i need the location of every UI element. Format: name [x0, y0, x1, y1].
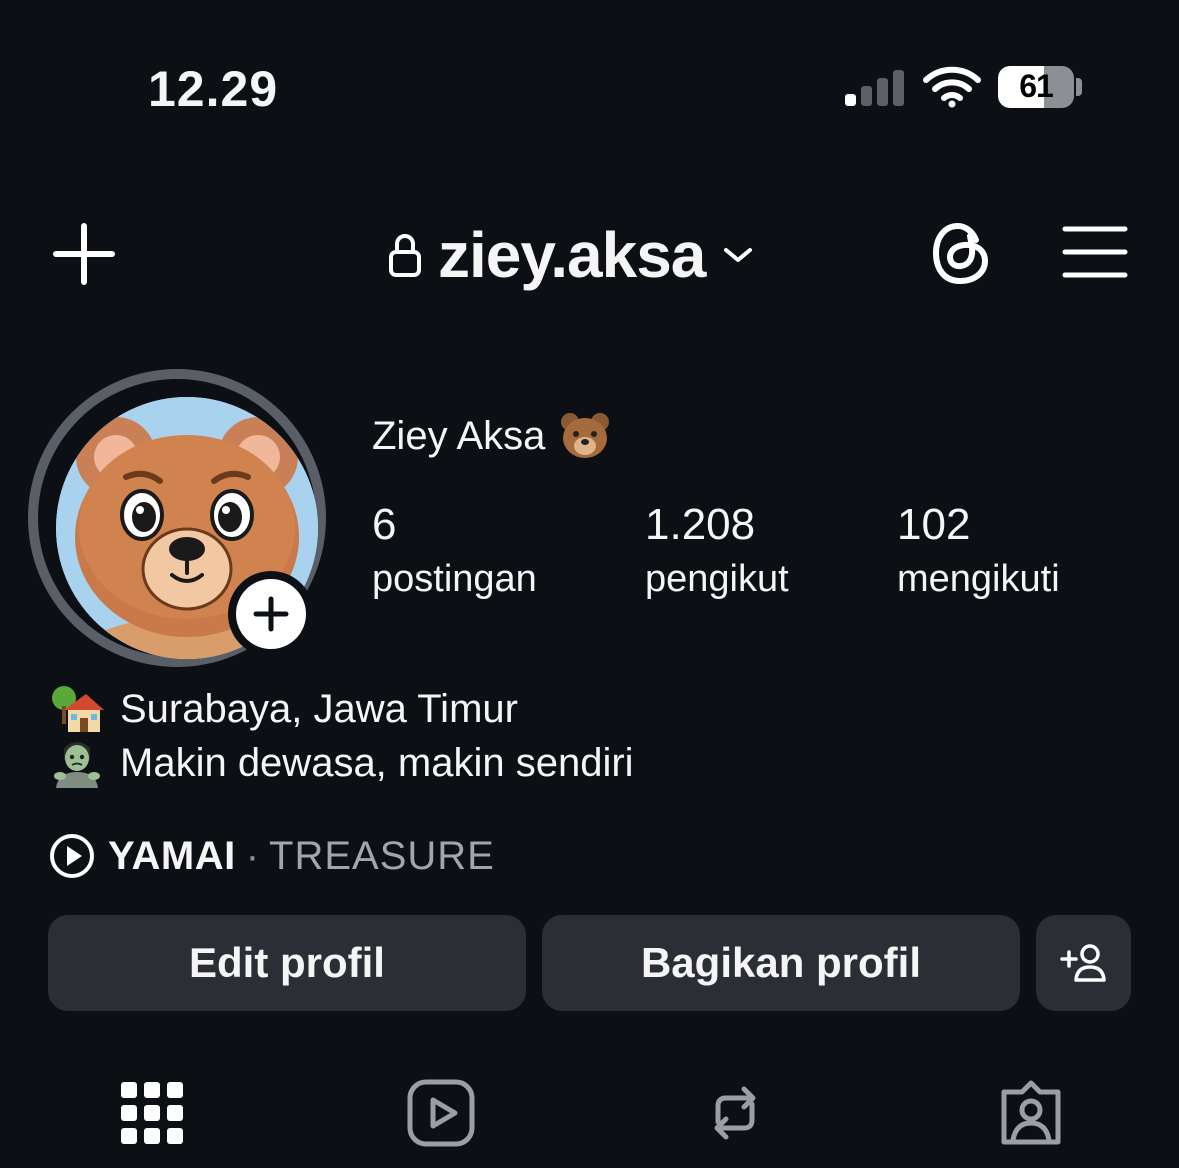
grid-icon[interactable]	[117, 1078, 187, 1148]
stat-followers[interactable]: 1.208 pengikut	[645, 498, 789, 606]
plus-icon	[253, 596, 289, 632]
bio-line-tagline: Makin dewasa, makin sendiri	[50, 738, 634, 788]
menu-icon[interactable]	[1062, 224, 1128, 280]
profile-music[interactable]: YAMAI · TREASURE	[48, 832, 495, 880]
reposts-icon[interactable]	[700, 1078, 770, 1148]
account-switcher[interactable]: ziey.aksa	[388, 210, 753, 300]
stat-posts-value: 6	[372, 500, 397, 549]
battery-indicator: 61	[998, 66, 1074, 108]
discover-people-button[interactable]	[1036, 915, 1131, 1011]
stat-posts[interactable]: 6 postingan	[372, 498, 537, 606]
stat-following-value: 102	[897, 500, 971, 549]
status-time: 12.29	[148, 61, 279, 117]
bio-location-text: Surabaya, Jawa Timur	[120, 686, 518, 731]
zombie-emoji	[54, 742, 100, 788]
stat-followers-value: 1.208	[645, 500, 756, 549]
stat-following-label: mengikuti	[897, 558, 1060, 600]
stat-following[interactable]: 102 mengikuti	[897, 498, 1060, 606]
signal-bar	[893, 70, 904, 106]
lock-icon	[389, 234, 421, 277]
battery-cap	[1076, 78, 1082, 96]
display-name: Ziey Aksa	[372, 410, 611, 462]
add-story-button[interactable]	[228, 571, 314, 657]
chevron-down-icon	[724, 248, 753, 262]
signal-bar	[877, 78, 888, 106]
edit-profile-button[interactable]: Edit profil	[48, 915, 526, 1011]
wifi-icon	[923, 66, 981, 108]
music-separator: ·	[245, 833, 260, 878]
bio-line-location: Surabaya, Jawa Timur	[50, 684, 518, 734]
signal-bar	[861, 86, 872, 106]
play-circle-icon	[50, 834, 94, 878]
battery-percent: 61	[1019, 68, 1054, 104]
music-song-title: YAMAI	[108, 833, 236, 878]
username-title: ziey.aksa	[438, 219, 706, 291]
create-plus-icon[interactable]	[52, 222, 116, 286]
threads-icon[interactable]	[930, 220, 992, 286]
stat-posts-label: postingan	[372, 558, 537, 600]
tagged-icon[interactable]	[996, 1078, 1066, 1148]
cellular-signal-icon	[845, 70, 907, 106]
music-artist: TREASURE	[269, 833, 495, 878]
house-with-tree-emoji	[52, 686, 104, 732]
bio-tagline-text: Makin dewasa, makin sendiri	[120, 740, 634, 785]
stat-followers-label: pengikut	[645, 558, 789, 600]
add-person-icon	[1059, 944, 1106, 982]
share-profile-button[interactable]: Bagikan profil	[542, 915, 1020, 1011]
display-name-text: Ziey Aksa	[372, 413, 546, 458]
reels-icon[interactable]	[406, 1078, 476, 1148]
signal-bar	[845, 94, 856, 106]
bear-emoji-icon	[561, 413, 610, 458]
